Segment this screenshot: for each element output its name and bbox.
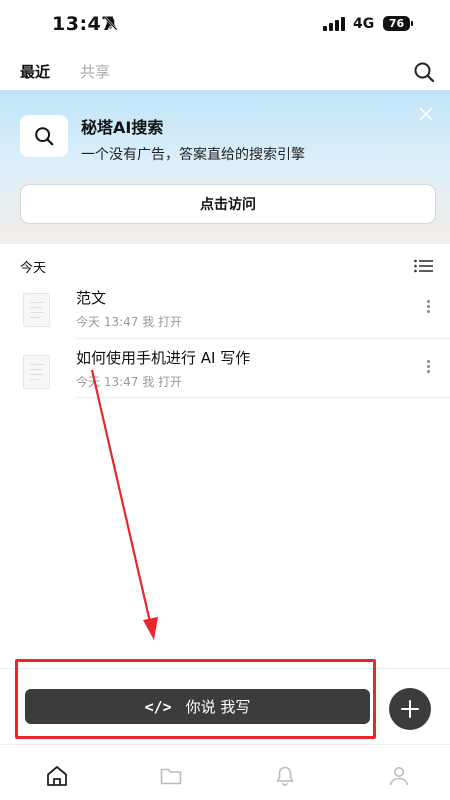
document-meta: 今天 13:47 我 打开 (76, 375, 183, 389)
more-icon[interactable] (426, 300, 432, 314)
section-label-today: 今天 (20, 261, 47, 276)
bell-mute-icon (104, 16, 118, 31)
document-meta: 今天 13:47 我 打开 (76, 315, 183, 329)
banner-title: 秘塔AI搜索 (81, 118, 164, 137)
annotation-highlight-box (15, 659, 376, 739)
document-icon (23, 355, 50, 389)
bell-icon[interactable] (273, 764, 297, 788)
signal-icon (323, 17, 347, 31)
row-divider (76, 397, 450, 398)
battery-tip (411, 21, 413, 26)
profile-icon[interactable] (387, 764, 411, 788)
row-divider (76, 338, 450, 339)
network-type: 4G (353, 16, 375, 32)
search-icon (35, 127, 54, 146)
folder-icon[interactable] (159, 764, 183, 788)
document-title: 如何使用手机进行 AI 写作 (76, 349, 251, 367)
list-item[interactable]: 如何使用手机进行 AI 写作 今天 13:47 我 打开 (0, 341, 450, 401)
battery-indicator: 76 (383, 16, 410, 31)
list-item[interactable]: 范文 今天 13:47 我 打开 (0, 280, 450, 340)
list-view-icon[interactable] (414, 259, 434, 273)
home-icon[interactable] (45, 764, 69, 788)
tabbar-divider (0, 744, 450, 745)
add-button[interactable] (389, 688, 431, 730)
banner-subtitle: 一个没有广告，答案直给的搜索引擎 (81, 147, 305, 163)
close-icon[interactable] (418, 106, 434, 122)
document-icon (23, 293, 50, 327)
tab-recent[interactable]: 最近 (20, 61, 50, 82)
visit-button[interactable]: 点击访问 (20, 184, 436, 224)
banner-logo (20, 115, 68, 157)
search-icon[interactable] (412, 60, 436, 84)
more-icon[interactable] (426, 360, 432, 374)
document-title: 范文 (76, 289, 107, 307)
tab-shared[interactable]: 共享 (80, 61, 110, 82)
status-bar: 13:47 4G 76 (0, 0, 450, 48)
